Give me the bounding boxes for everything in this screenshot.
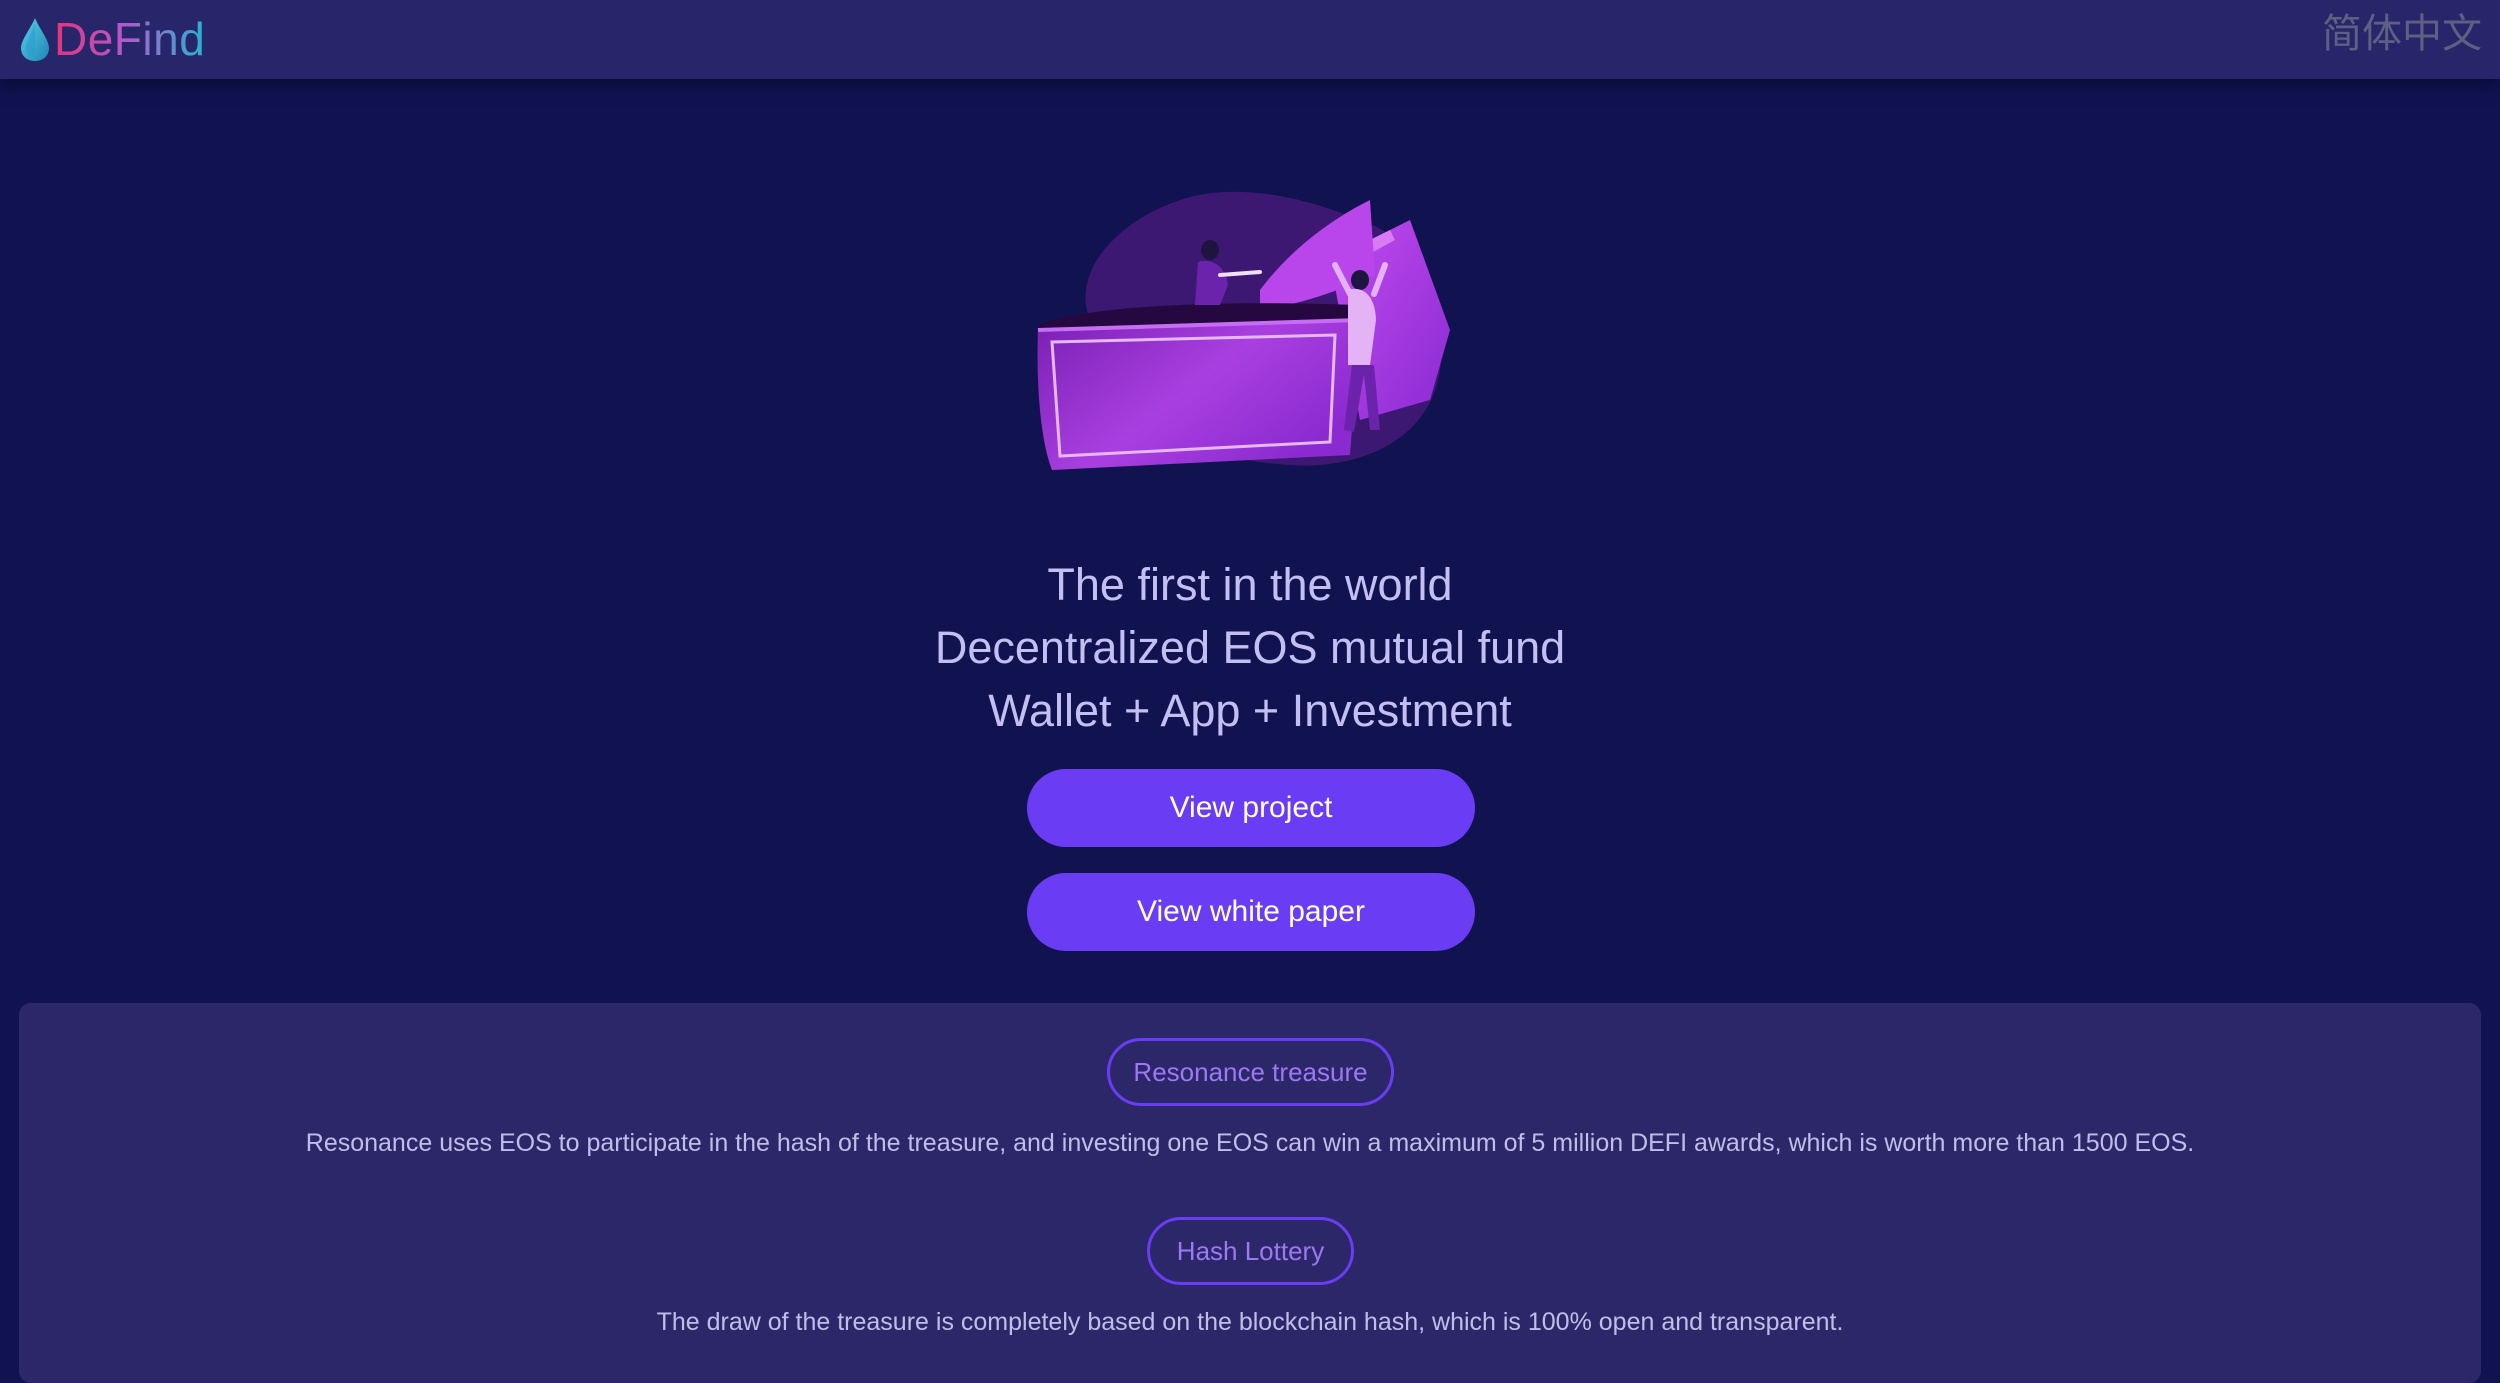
hero-headline: The first in the world Decentralized EOS… bbox=[0, 553, 2500, 742]
drop-logo-icon bbox=[21, 18, 49, 61]
view-project-button[interactable]: View project bbox=[1027, 769, 1475, 847]
hash-lottery-description: The draw of the treasure is completely b… bbox=[656, 1308, 1844, 1336]
resonance-treasure-description: Resonance uses EOS to participate in the… bbox=[305, 1129, 2195, 1157]
hash-lottery-tag[interactable]: Hash Lottery bbox=[1147, 1217, 1354, 1285]
resonance-treasure-tag[interactable]: Resonance treasure bbox=[1107, 1038, 1394, 1106]
language-switch-link[interactable]: 简体中文 bbox=[2322, 8, 2482, 60]
view-white-paper-button[interactable]: View white paper bbox=[1027, 873, 1475, 951]
headline-line-3: Wallet + App + Investment bbox=[988, 685, 1512, 736]
headline-line-1: The first in the world bbox=[1047, 559, 1453, 610]
top-navigation-bar: DeFind 简体中文 bbox=[0, 0, 2500, 79]
defind-logo[interactable]: DeFind bbox=[19, 8, 205, 70]
wallet-with-people-illustration bbox=[1037, 191, 1450, 470]
logo-text: DeFind bbox=[54, 13, 206, 65]
headline-line-2: Decentralized EOS mutual fund bbox=[934, 622, 1566, 673]
